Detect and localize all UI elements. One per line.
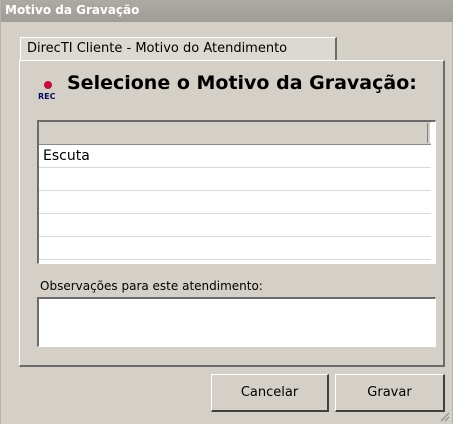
list-rows: Escuta xyxy=(39,145,431,260)
page-title: Selecione o Motivo da Gravação: xyxy=(67,72,417,94)
observations-label: Observações para este atendimento: xyxy=(40,279,263,293)
list-item[interactable] xyxy=(39,191,431,214)
list-item[interactable]: Escuta xyxy=(39,145,431,168)
list-column-header[interactable] xyxy=(39,122,431,145)
list-item[interactable] xyxy=(39,237,431,260)
list-item[interactable] xyxy=(39,168,431,191)
rec-icon: REC xyxy=(38,79,60,103)
cancel-button[interactable]: Cancelar xyxy=(211,374,329,412)
reason-list[interactable]: Escuta xyxy=(37,120,436,264)
observations-field[interactable] xyxy=(37,297,436,347)
rec-dot-icon xyxy=(44,81,52,89)
save-button[interactable]: Gravar xyxy=(335,374,445,412)
rec-icon-label: REC xyxy=(38,92,56,101)
list-item[interactable] xyxy=(39,214,431,237)
dialog-window: Motivo da Gravação DirecTI Cliente - Mot… xyxy=(0,0,453,424)
column-splitter[interactable] xyxy=(427,123,431,143)
window-title: Motivo da Gravação xyxy=(1,0,453,22)
tab-motivo-atendimento[interactable]: DirecTI Cliente - Motivo do Atendimento xyxy=(20,37,337,61)
resize-grip-icon[interactable] xyxy=(438,410,450,422)
